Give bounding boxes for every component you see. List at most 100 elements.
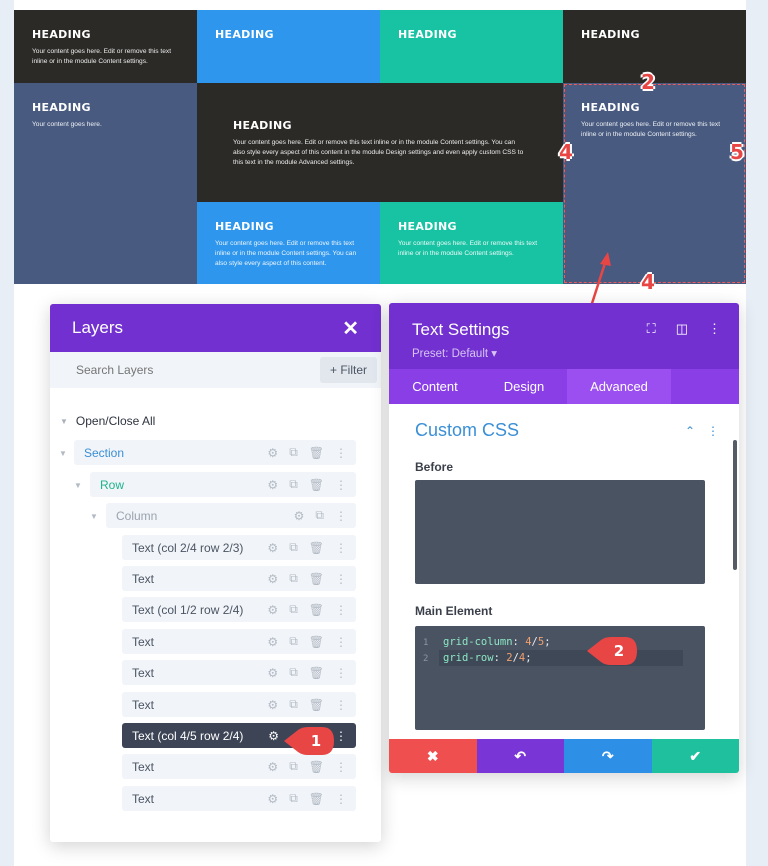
layer-label: Text (col 2/4 row 2/3): [132, 540, 244, 555]
fullscreen-icon[interactable]: ⛶: [647, 321, 656, 337]
grid-cell-9[interactable]: HEADING Your content goes here. Edit or …: [380, 202, 563, 284]
more-icon[interactable]: ⋮: [335, 792, 347, 806]
tab-content[interactable]: Content: [389, 369, 481, 404]
gear-icon[interactable]: ⚙: [267, 760, 278, 774]
duplicate-icon[interactable]: ⧉: [289, 477, 298, 492]
gear-icon[interactable]: ⚙: [267, 666, 278, 680]
grid-cell-8[interactable]: HEADING Your content goes here. Edit or …: [197, 202, 380, 284]
duplicate-icon[interactable]: ⧉: [289, 697, 298, 712]
layer-text-item[interactable]: Text ⚙ ⧉ 🗑 ⋮: [122, 786, 356, 811]
more-icon[interactable]: ⋮: [335, 446, 347, 460]
gear-icon[interactable]: ⚙: [267, 478, 278, 492]
trash-icon[interactable]: 🗑: [309, 603, 324, 617]
gear-icon[interactable]: ⚙: [268, 729, 279, 743]
undo-button[interactable]: ↶: [476, 739, 564, 773]
layer-text-item[interactable]: Text ⚙ ⧉ 🗑 ⋮: [122, 629, 356, 654]
gear-icon[interactable]: ⚙: [294, 509, 305, 523]
gear-icon[interactable]: ⚙: [267, 446, 278, 460]
before-label: Before: [415, 460, 454, 474]
split-view-icon[interactable]: ◫: [676, 321, 688, 337]
more-icon[interactable]: ⋮: [335, 698, 347, 712]
cell-heading: HEADING: [215, 220, 274, 233]
grid-cell-6[interactable]: HEADING Your content goes here. Edit or …: [197, 83, 563, 202]
more-icon[interactable]: ⋮: [335, 760, 347, 774]
discard-button[interactable]: ✖: [389, 739, 477, 773]
open-close-all-toggle[interactable]: ▼ Open/Close All: [60, 414, 155, 428]
main-element-css-editor[interactable]: 1 grid-column: 4/5; 2 grid-row: 2/4;: [415, 626, 705, 730]
duplicate-icon[interactable]: ⧉: [289, 571, 298, 586]
duplicate-icon[interactable]: ⧉: [289, 634, 298, 649]
layer-text-item[interactable]: Text ⚙ ⧉ 🗑 ⋮: [122, 566, 356, 591]
gear-icon[interactable]: ⚙: [267, 698, 278, 712]
grid-cell-3[interactable]: HEADING: [380, 10, 563, 83]
more-icon[interactable]: ⋮: [335, 541, 347, 555]
css-property: grid-row: [443, 652, 494, 664]
code-line: grid-column: 4/5;: [443, 636, 551, 648]
duplicate-icon[interactable]: ⧉: [289, 445, 298, 460]
layer-section[interactable]: Section ⚙ ⧉ 🗑 ⋮: [74, 440, 356, 465]
layer-text-item[interactable]: Text ⚙ ⧉ 🗑 ⋮: [122, 660, 356, 685]
more-icon[interactable]: ⋮: [335, 603, 347, 617]
duplicate-icon[interactable]: ⧉: [289, 759, 298, 774]
duplicate-icon[interactable]: ⧉: [289, 791, 298, 806]
grid-cell-1[interactable]: HEADING Your content goes here. Edit or …: [14, 10, 197, 83]
tab-advanced[interactable]: Advanced: [567, 369, 671, 404]
preset-dropdown[interactable]: Preset: Default ▾: [412, 346, 739, 360]
section-more-icon[interactable]: ⋮: [707, 424, 719, 438]
duplicate-icon[interactable]: ⧉: [289, 540, 298, 555]
tab-design[interactable]: Design: [481, 369, 567, 404]
trash-icon[interactable]: 🗑: [309, 760, 324, 774]
trash-icon[interactable]: 🗑: [309, 572, 324, 586]
settings-scrollbar[interactable]: [733, 440, 737, 570]
gear-icon[interactable]: ⚙: [267, 792, 278, 806]
annotation-bottom: 4: [641, 270, 655, 294]
more-icon[interactable]: ⋮: [335, 666, 347, 680]
more-options-icon[interactable]: ⋮: [708, 321, 721, 337]
caret-down-icon[interactable]: ▼: [90, 512, 98, 521]
cell-text: Your content goes here. Edit or remove t…: [581, 121, 721, 138]
grid-cell-2[interactable]: HEADING: [197, 10, 380, 83]
layer-text-item[interactable]: Text (col 2/4 row 2/3) ⚙ ⧉ 🗑 ⋮: [122, 535, 356, 560]
layer-label: Text: [132, 759, 155, 774]
caret-down-icon[interactable]: ▼: [59, 449, 67, 458]
filter-button[interactable]: + Filter: [319, 357, 377, 383]
layer-column[interactable]: Column ⚙ ⧉ ⋮: [106, 503, 356, 528]
more-icon[interactable]: ⋮: [335, 729, 347, 743]
gear-icon[interactable]: ⚙: [267, 541, 278, 555]
more-icon[interactable]: ⋮: [335, 478, 347, 492]
trash-icon[interactable]: 🗑: [309, 666, 324, 680]
trash-icon[interactable]: 🗑: [309, 446, 324, 460]
cell-text: Your content goes here. Edit or remove t…: [398, 240, 538, 257]
gear-icon[interactable]: ⚙: [267, 572, 278, 586]
search-layers-input[interactable]: [76, 363, 276, 377]
more-icon[interactable]: ⋮: [335, 509, 347, 523]
chevron-up-icon[interactable]: ⌃: [685, 424, 695, 438]
settings-header: Text Settings Preset: Default ▾ ⛶ ◫ ⋮: [389, 303, 739, 369]
save-button[interactable]: ✔: [651, 739, 739, 773]
gear-icon[interactable]: ⚙: [267, 603, 278, 617]
layer-text-item[interactable]: Text ⚙ ⧉ 🗑 ⋮: [122, 754, 356, 779]
layer-label: Row: [100, 477, 125, 492]
caret-down-icon[interactable]: ▼: [74, 481, 82, 490]
trash-icon[interactable]: 🗑: [309, 541, 324, 555]
layer-text-item[interactable]: Text ⚙ ⧉ 🗑 ⋮: [122, 692, 356, 717]
close-icon[interactable]: ✕: [342, 316, 359, 341]
trash-icon[interactable]: 🗑: [309, 792, 324, 806]
layer-text-item[interactable]: Text (col 1/2 row 2/4) ⚙ ⧉ 🗑 ⋮: [122, 597, 356, 622]
gear-icon[interactable]: ⚙: [267, 635, 278, 649]
cell-heading: HEADING: [398, 28, 457, 41]
layer-row[interactable]: Row ⚙ ⧉ 🗑 ⋮: [90, 472, 356, 497]
before-css-editor[interactable]: [415, 480, 705, 584]
callout-badge-2: 2: [587, 637, 637, 665]
redo-button[interactable]: ↷: [564, 739, 652, 773]
more-icon[interactable]: ⋮: [335, 572, 347, 586]
more-icon[interactable]: ⋮: [335, 635, 347, 649]
custom-css-title[interactable]: Custom CSS: [415, 420, 519, 441]
duplicate-icon[interactable]: ⧉: [315, 508, 324, 523]
duplicate-icon[interactable]: ⧉: [289, 602, 298, 617]
grid-cell-5[interactable]: HEADING Your content goes here.: [14, 83, 197, 284]
trash-icon[interactable]: 🗑: [309, 635, 324, 649]
trash-icon[interactable]: 🗑: [309, 478, 324, 492]
duplicate-icon[interactable]: ⧉: [289, 665, 298, 680]
trash-icon[interactable]: 🗑: [309, 698, 324, 712]
